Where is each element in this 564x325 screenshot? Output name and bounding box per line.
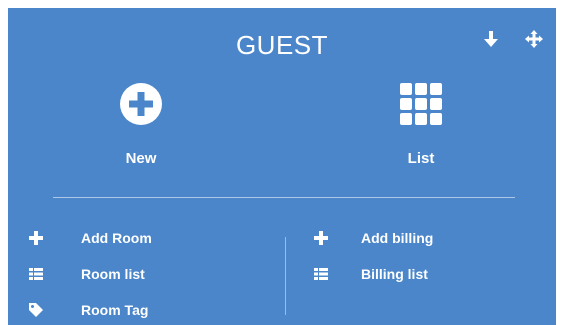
room-tag-label: Room Tag bbox=[81, 302, 149, 318]
table-list-icon bbox=[314, 268, 328, 280]
panel-title: GUEST bbox=[235, 30, 329, 60]
room-list-label: Room list bbox=[81, 266, 145, 282]
grid-icon bbox=[400, 83, 442, 125]
add-billing-link[interactable]: Add billing bbox=[313, 220, 433, 256]
guest-panel: GUEST New List Add Room Room list Room T… bbox=[8, 8, 556, 325]
plus-icon bbox=[29, 231, 43, 245]
room-menu: Add Room Room list Room Tag bbox=[28, 220, 152, 325]
tag-icon bbox=[29, 303, 43, 317]
move-icon bbox=[525, 30, 543, 48]
add-billing-label: Add billing bbox=[361, 230, 434, 246]
plus-icon bbox=[314, 231, 328, 245]
add-room-label: Add Room bbox=[81, 230, 152, 246]
plus-circle-icon bbox=[120, 83, 162, 125]
collapse-button[interactable] bbox=[480, 28, 502, 50]
arrow-down-icon bbox=[484, 31, 498, 47]
billing-list-link[interactable]: Billing list bbox=[313, 256, 433, 292]
room-list-link[interactable]: Room list bbox=[28, 256, 152, 292]
room-tag-link[interactable]: Room Tag bbox=[28, 292, 152, 325]
divider bbox=[53, 197, 515, 198]
billing-menu: Add billing Billing list bbox=[313, 220, 433, 292]
add-room-link[interactable]: Add Room bbox=[28, 220, 152, 256]
move-button[interactable] bbox=[523, 28, 545, 50]
table-list-icon bbox=[29, 268, 43, 280]
billing-list-label: Billing list bbox=[361, 266, 428, 282]
list-button[interactable]: List bbox=[351, 80, 491, 167]
list-label: List bbox=[407, 150, 435, 167]
new-label: New bbox=[125, 150, 157, 167]
column-divider bbox=[285, 237, 286, 315]
new-button[interactable]: New bbox=[71, 80, 211, 167]
